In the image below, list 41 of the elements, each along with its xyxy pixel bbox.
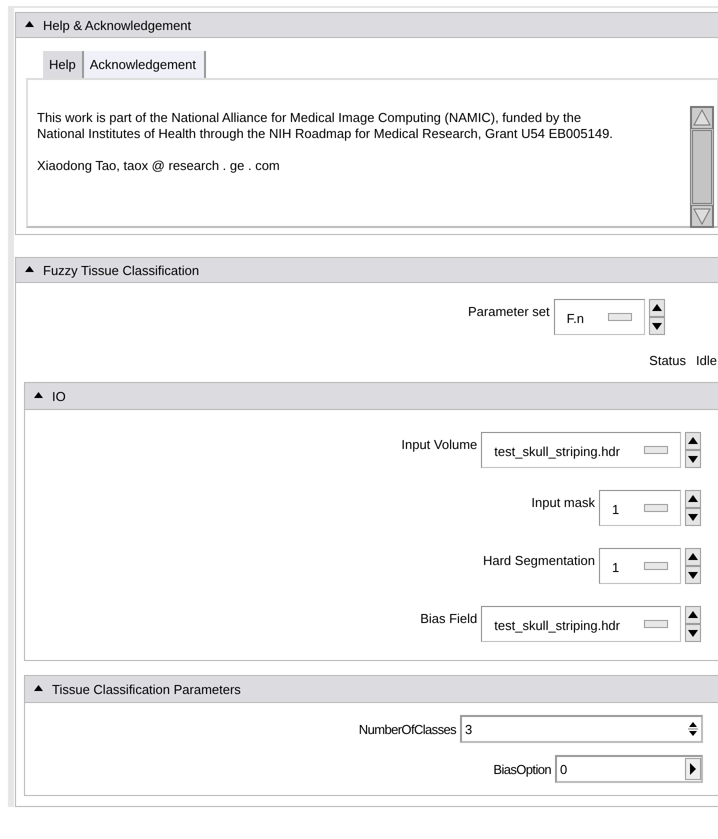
field-label: BiasOption <box>493 762 551 776</box>
dropdown-menu[interactable]: 1 <box>599 490 681 526</box>
scroll-down-icon[interactable] <box>691 205 713 227</box>
status-value: Idle <box>696 353 717 368</box>
section-title: IO <box>52 388 66 404</box>
section-title: Tissue Classification Parameters <box>52 682 241 696</box>
caret-icon <box>34 684 43 690</box>
section-header[interactable]: Fuzzy Tissue Classification <box>16 258 718 283</box>
section-header[interactable]: Help & Acknowledgement <box>16 13 718 38</box>
section-title: Help & Acknowledgement <box>43 18 192 32</box>
field-label: NumberOfClasses <box>358 722 456 736</box>
field-label: Input mask <box>531 494 595 510</box>
dropdown-menu[interactable]: test_skull_striping.hdr <box>481 432 681 468</box>
spin-arrows-icon[interactable] <box>649 299 665 335</box>
field-label: Bias Field <box>420 610 478 626</box>
field-label: Hard Segmentation <box>482 552 595 568</box>
spin-arrows-icon[interactable] <box>685 490 701 526</box>
scrollbar[interactable] <box>690 106 714 228</box>
scroll-up-icon[interactable] <box>691 107 713 129</box>
status-label: Status <box>649 353 686 368</box>
section-header[interactable]: Tissue Classification Parameters <box>25 676 718 703</box>
input-field[interactable]: 0 <box>555 755 703 783</box>
spin-arrows-icon[interactable] <box>685 548 701 584</box>
dropdown-menu[interactable]: test_skull_striping.hdr <box>481 606 681 642</box>
dropdown-menu[interactable]: 1 <box>599 548 681 584</box>
tab[interactable]: Acknowledgement <box>84 51 206 78</box>
number-field[interactable]: 3 <box>460 715 703 743</box>
caret-icon <box>34 392 43 398</box>
caret-icon <box>25 20 34 26</box>
paragraph: Xiaodong Tao, taox @ research . ge . com <box>37 158 281 174</box>
paragraph: This work is part of the National Alliance for Medical Image Computing (NAMIC), funded by the National Institutes of Health through the NIH Roadmap for Medical Research, Grant U54 EB005149. <box>37 110 614 142</box>
dropdown-menu[interactable]: F.n <box>554 299 645 335</box>
caret-icon <box>25 266 34 272</box>
section-header[interactable]: IO <box>25 383 718 410</box>
tab[interactable]: Help <box>43 51 84 78</box>
scroll-thumb[interactable] <box>692 130 712 204</box>
section-title: Fuzzy Tissue Classification <box>43 262 200 278</box>
field-label: Parameter set <box>468 303 550 319</box>
spin-arrows-icon[interactable] <box>685 606 701 642</box>
field-label: Input Volume <box>401 436 478 452</box>
spin-arrows-icon[interactable] <box>685 432 701 468</box>
